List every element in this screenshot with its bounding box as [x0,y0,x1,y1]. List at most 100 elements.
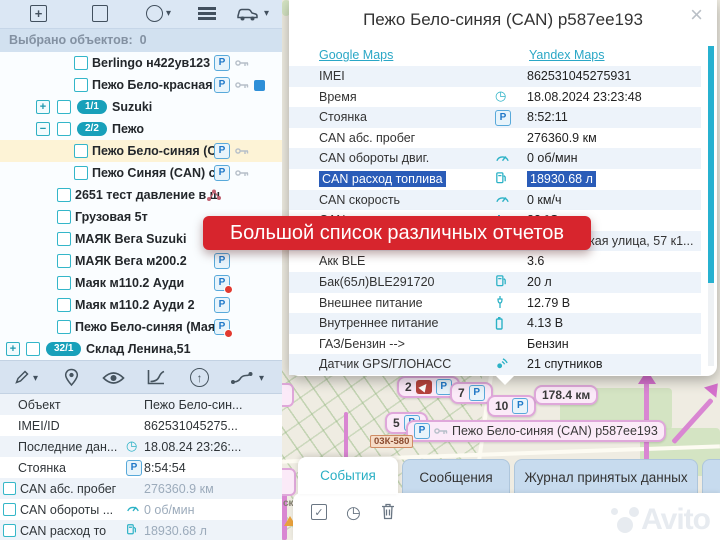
tree-row-selected[interactable]: Пежо Бело-синяя (C P [0,140,282,162]
parking-icon: P [414,423,430,439]
tree-row[interactable]: Маяк м110.2 Ауди 2 P [0,294,282,316]
sensor-checkbox[interactable] [3,503,16,516]
tree-row[interactable]: Пежо Бело-красная P [0,74,282,96]
geofence-circle-icon[interactable] [146,5,163,22]
location-pin-icon[interactable] [64,368,79,387]
tab-messages[interactable]: Сообщения [402,459,510,494]
edit-icon[interactable] [13,368,31,386]
export-icon[interactable]: ↑ [190,368,209,387]
route-icon[interactable] [230,371,255,385]
tree-group-row[interactable]: − 2/2 Пежо [0,118,282,140]
group-checkbox[interactable] [57,100,71,114]
parking-icon[interactable]: P [214,143,230,159]
unit-checkbox[interactable] [57,254,71,268]
unit-checkbox[interactable] [57,210,71,224]
fuel-icon [126,523,137,535]
events-tab-content: ✓ ◷ Avito [293,493,720,540]
parking-icon[interactable]: P [214,55,230,71]
popup-row: CAN обороты двиг. 0 об/мин [289,148,701,169]
collapse-icon[interactable]: − [36,122,50,136]
unit-checkbox[interactable] [74,78,88,92]
unit-square-icon[interactable] [92,5,108,22]
tab-journal[interactable]: Журнал принятых данных [514,459,698,494]
parking-disabled-icon[interactable]: P [214,319,230,335]
parking-icon[interactable]: P [214,297,230,313]
map-route-line [344,412,348,462]
selected-count: 0 [140,33,147,47]
tree-row[interactable]: 2651 тест давление в ш [0,184,282,206]
key-icon[interactable] [235,80,249,90]
parking-icon: P [469,385,485,401]
yandex-maps-link[interactable]: Yandex Maps [529,48,605,62]
tab-partial[interactable] [702,459,720,494]
unit-checkbox[interactable] [74,166,88,180]
unit-checkbox[interactable] [57,298,71,312]
map-distance-label: 178.4 км [534,385,598,405]
unit-checkbox[interactable] [74,56,88,70]
parking-icon: P [495,110,511,126]
unit-checkbox[interactable] [74,144,88,158]
map-marker-group-10[interactable]: 10 P [487,395,536,417]
google-maps-link[interactable]: Google Maps [319,48,393,62]
map-vehicle-label[interactable]: P Пежо Бело-синяя (CAN) p587ee193 [406,420,666,442]
tree-row[interactable]: МАЯК Вега м200.2 P [0,250,282,272]
popup-title: Пежо Бело-синяя (CAN) p587ee193 [289,10,717,30]
list-icon[interactable] [198,7,216,10]
tree-group-row[interactable]: + 32/1 Склад Ленина,51 [0,338,282,360]
sensor-checkbox[interactable] [3,524,16,537]
annotation-banner: Большой список различных отчетов [203,216,591,250]
property-row: IMEI/ID 862531045275... [0,415,282,436]
key-icon[interactable] [235,58,249,68]
unit-checkbox[interactable] [57,232,71,246]
parking-icon[interactable]: P [214,165,230,181]
unit-checkbox[interactable] [57,320,71,334]
chevron-down-icon[interactable]: ▾ [259,373,264,384]
car-icon[interactable] [236,6,259,22]
group-count-badge: 2/2 [77,122,107,136]
tree-row[interactable]: Пежо Бело-синяя (Мая P [0,316,282,338]
trash-icon[interactable] [381,503,395,520]
popup-row[interactable]: CAN расход топлива 18930.68 л [289,169,701,190]
parking-disabled-icon[interactable]: P [214,275,230,291]
group-checkbox[interactable] [26,342,40,356]
satellite-icon [495,357,509,370]
unit-checkbox[interactable] [57,188,71,202]
popup-scrollbar-thumb[interactable] [708,46,714,283]
tree-group-row[interactable]: + 1/1 Suzuki [0,96,282,118]
close-icon[interactable]: × [690,4,703,26]
expand-icon[interactable]: + [6,342,20,356]
parking-icon: P [512,398,528,414]
property-row: CAN обороты ... 0 об/мин [0,499,282,520]
chart-icon[interactable] [146,368,166,386]
chevron-down-icon[interactable]: ▾ [33,373,38,384]
parking-icon[interactable]: P [214,253,230,269]
sensor-checkbox[interactable] [3,482,16,495]
tree-row[interactable]: Маяк м110.2 Ауди P [0,272,282,294]
add-unit-icon[interactable]: + [30,5,47,22]
group-checkbox[interactable] [57,122,71,136]
property-row: CAN абс. пробег 276360.9 км [0,478,282,499]
unit-actions-toolbar: ▾ ↑ ▾ [0,360,282,394]
group-count-badge: 1/1 [77,100,107,114]
eye-icon[interactable] [102,371,125,385]
fuel-icon [495,274,507,287]
clock-icon[interactable]: ◷ [346,504,361,521]
chevron-down-icon[interactable]: ▾ [264,8,269,19]
select-all-icon[interactable]: ✓ [311,504,327,520]
tab-events[interactable]: События [298,457,398,494]
tree-row[interactable]: Berlingo н422ув123 P [0,52,282,74]
popup-row: Внешнее питание 12.79 В [289,293,701,314]
popup-pointer [495,375,515,385]
tree-row[interactable]: Пежо Синяя (CAN) с P [0,162,282,184]
unit-checkbox[interactable] [57,276,71,290]
parking-icon[interactable]: P [214,77,230,93]
clock-icon: ◷ [495,89,506,102]
key-icon[interactable] [235,168,249,178]
clock-icon: ◷ [126,439,137,452]
key-icon[interactable] [235,146,249,156]
marker-count: 10 [495,399,508,413]
expand-icon[interactable]: + [36,100,50,114]
chevron-down-icon[interactable]: ▾ [166,8,171,19]
vehicle-name: Пежо Бело-синяя (CAN) p587ee193 [452,424,658,438]
gauge-icon [495,192,510,203]
